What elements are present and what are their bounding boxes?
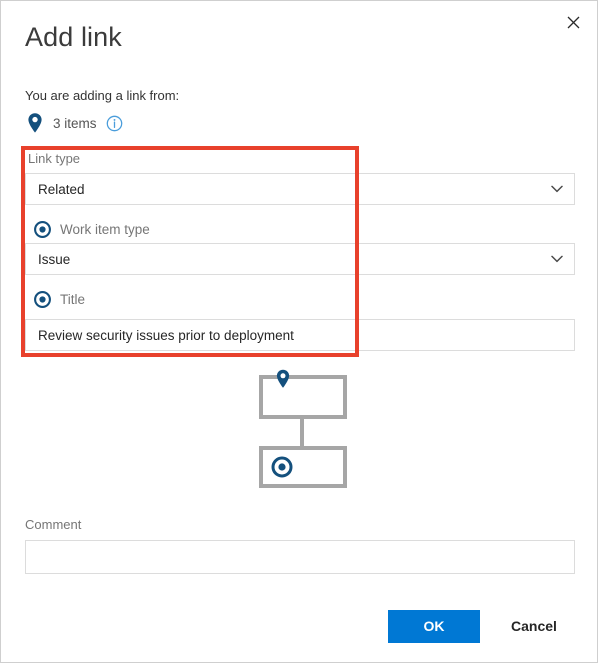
title-input[interactable]: Review security issues prior to deployme… [25, 319, 575, 351]
work-item-type-dropdown[interactable]: Issue [25, 243, 575, 275]
radio-selected-icon [34, 220, 51, 238]
comment-input[interactable] [25, 540, 575, 574]
work-item-type-radio[interactable]: Work item type [34, 219, 150, 239]
work-item-type-label: Work item type [60, 221, 150, 237]
link-type-value: Related [38, 181, 85, 197]
radio-selected-icon [34, 290, 51, 308]
close-button[interactable] [554, 5, 592, 39]
source-items-count: 3 items [53, 115, 97, 131]
link-type-dropdown[interactable]: Related [25, 173, 575, 205]
link-hierarchy-diagram [255, 369, 355, 491]
link-type-label: Link type [28, 151, 81, 166]
title-label: Title [60, 291, 86, 307]
chevron-down-icon[interactable] [540, 185, 574, 193]
source-intro-text: You are adding a link from: [25, 88, 180, 103]
add-link-dialog: Add link You are adding a link from: 3 i… [0, 0, 598, 663]
title-radio[interactable]: Title [34, 289, 85, 309]
dialog-title: Add link [25, 22, 122, 52]
title-value: Review security issues prior to deployme… [38, 327, 294, 343]
info-circle-icon[interactable] [106, 115, 123, 132]
ok-button[interactable]: OK [388, 609, 480, 643]
source-items-row: 3 items [25, 112, 123, 134]
close-icon [567, 16, 580, 29]
dialog-footer: OK Cancel [1, 609, 597, 643]
comment-label: Comment [25, 517, 82, 532]
chevron-down-icon[interactable] [540, 255, 574, 263]
cancel-button[interactable]: Cancel [494, 610, 574, 643]
work-item-type-value: Issue [38, 251, 71, 267]
map-pin-icon [25, 112, 45, 134]
